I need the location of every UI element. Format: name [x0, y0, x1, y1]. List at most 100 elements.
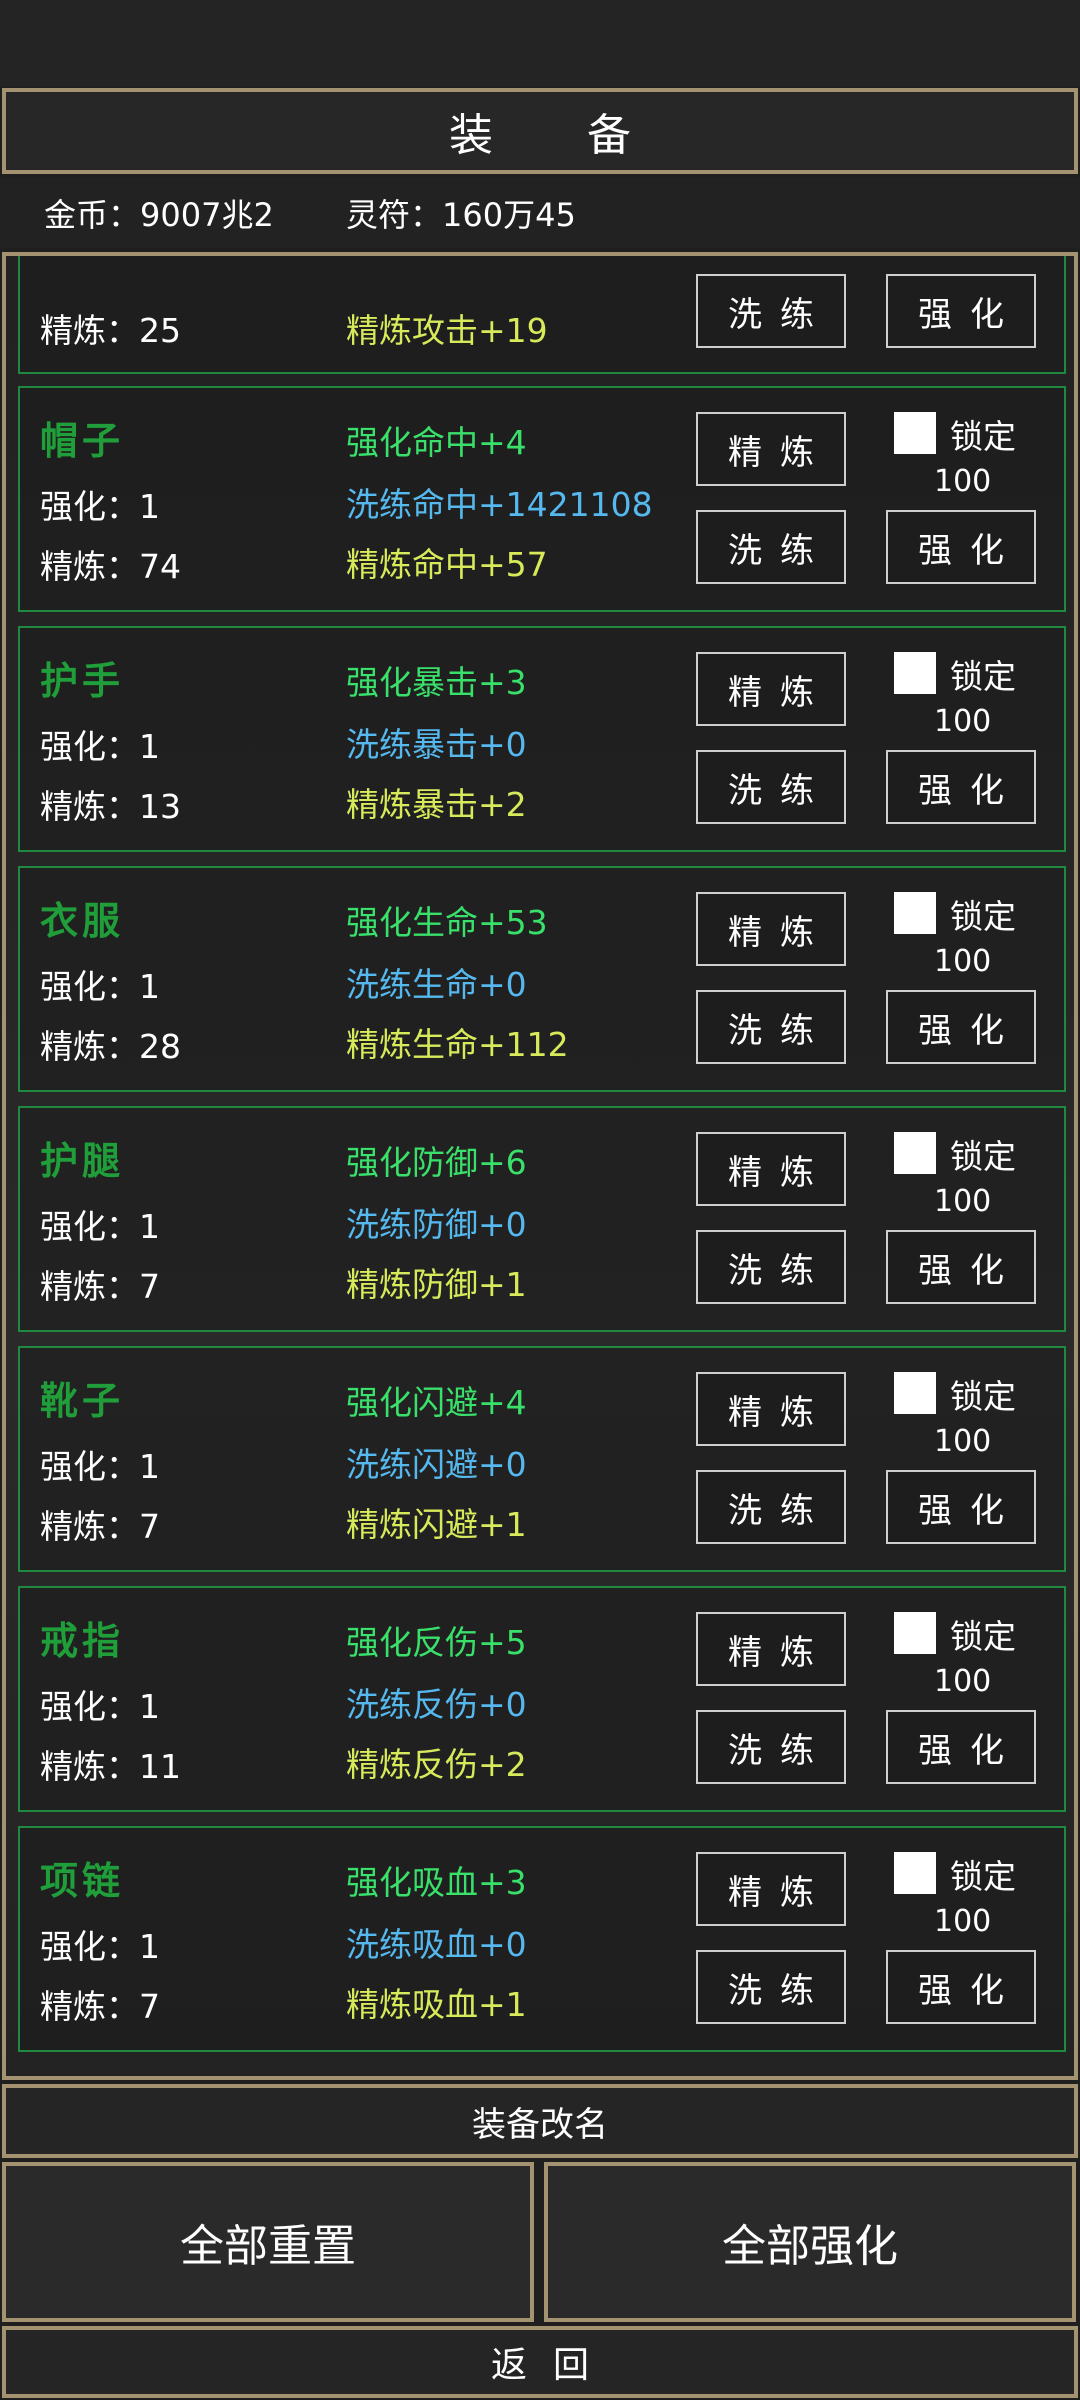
- lock-label: 锁定: [950, 1857, 1016, 1896]
- lock-cost: 100: [934, 464, 992, 499]
- equipment-list[interactable]: 精炼：25 精炼攻击+19 洗练 强化 帽子 强化：1 精炼：74 强化命中+4…: [2, 252, 1078, 2080]
- refine-level: 精炼：13: [40, 787, 181, 826]
- back-button[interactable]: 返回: [2, 2326, 1078, 2398]
- wash-button[interactable]: 洗练: [696, 990, 846, 1064]
- lock-checkbox[interactable]: [894, 1852, 936, 1894]
- lock-checkbox[interactable]: [894, 1612, 936, 1654]
- refine-stat: 精炼闪避+1: [346, 1505, 527, 1544]
- strengthen-level: 强化：1: [40, 487, 160, 526]
- strengthen-level: 强化：1: [40, 1687, 160, 1726]
- wash-stat: 洗练闪避+0: [346, 1445, 527, 1484]
- refine-button[interactable]: 精炼: [696, 1612, 846, 1686]
- wash-stat: 洗练反伤+0: [346, 1685, 527, 1724]
- strengthen-stat: 强化防御+6: [346, 1143, 527, 1182]
- reset-all-button[interactable]: 全部重置: [2, 2162, 534, 2322]
- lock-label: 锁定: [950, 417, 1016, 456]
- wash-button[interactable]: 洗练: [696, 1470, 846, 1544]
- lock-cost: 100: [934, 944, 992, 979]
- refine-stat: 精炼生命+112: [346, 1025, 569, 1064]
- lock-checkbox[interactable]: [894, 652, 936, 694]
- refine-level: 精炼：7: [40, 1987, 160, 2026]
- strengthen-stat: 强化闪避+4: [346, 1383, 527, 1422]
- lock-label: 锁定: [950, 1137, 1016, 1176]
- equipment-card-gloves: 护手 强化：1 精炼：13 强化暴击+3 洗练暴击+0 精炼暴击+2 精炼 洗练…: [18, 626, 1066, 852]
- strengthen-button[interactable]: 强化: [886, 1470, 1036, 1544]
- equipment-name: 戒指: [40, 1618, 125, 1663]
- lock-checkbox[interactable]: [894, 1132, 936, 1174]
- wash-button[interactable]: 洗练: [696, 750, 846, 824]
- strengthen-stat: 强化命中+4: [346, 423, 527, 462]
- strengthen-stat: 强化反伤+5: [346, 1623, 527, 1662]
- currency-row: 金币：9007兆2 灵符：160万45: [0, 178, 1080, 248]
- strengthen-level: 强化：1: [40, 727, 160, 766]
- refine-button[interactable]: 精炼: [696, 1852, 846, 1926]
- strengthen-stat: 强化暴击+3: [346, 663, 527, 702]
- equipment-card-ring: 戒指 强化：1 精炼：11 强化反伤+5 洗练反伤+0 精炼反伤+2 精炼 洗练…: [18, 1586, 1066, 1812]
- lock-label: 锁定: [950, 1377, 1016, 1416]
- lock-cost: 100: [934, 704, 992, 739]
- wash-button[interactable]: 洗练: [696, 1230, 846, 1304]
- wash-button[interactable]: 洗练: [696, 1950, 846, 2024]
- strengthen-button[interactable]: 强化: [886, 990, 1036, 1064]
- page-title-bar: 装 备: [2, 88, 1078, 174]
- equipment-card-necklace: 项链 强化：1 精炼：7 强化吸血+3 洗练吸血+0 精炼吸血+1 精炼 洗练 …: [18, 1826, 1066, 2052]
- lock-cost: 100: [934, 1184, 992, 1219]
- lock-cost: 100: [934, 1424, 992, 1459]
- rename-equipment-button[interactable]: 装备改名: [2, 2084, 1078, 2158]
- equipment-card-weapon-partial: 精炼：25 精炼攻击+19 洗练 强化: [18, 256, 1066, 374]
- refine-stat: 精炼命中+57: [346, 545, 548, 584]
- refine-level: 精炼：74: [40, 547, 181, 586]
- strengthen-button[interactable]: 强化: [886, 1230, 1036, 1304]
- wash-stat: 洗练生命+0: [346, 965, 527, 1004]
- lock-checkbox[interactable]: [894, 412, 936, 454]
- refine-button[interactable]: 精炼: [696, 652, 846, 726]
- strengthen-button[interactable]: 强化: [886, 1710, 1036, 1784]
- wash-button[interactable]: 洗练: [696, 510, 846, 584]
- gold-amount: 金币：9007兆2: [44, 196, 274, 234]
- talisman-amount: 灵符：160万45: [346, 196, 576, 234]
- refine-level: 精炼：25: [40, 311, 181, 350]
- refine-button[interactable]: 精炼: [696, 412, 846, 486]
- refine-stat: 精炼防御+1: [346, 1265, 527, 1304]
- equipment-card-boots: 靴子 强化：1 精炼：7 强化闪避+4 洗练闪避+0 精炼闪避+1 精炼 洗练 …: [18, 1346, 1066, 1572]
- strengthen-level: 强化：1: [40, 1447, 160, 1486]
- lock-label: 锁定: [950, 657, 1016, 696]
- refine-stat: 精炼攻击+19: [346, 311, 548, 350]
- refine-level: 精炼：7: [40, 1267, 160, 1306]
- strengthen-button[interactable]: 强化: [886, 274, 1036, 348]
- refine-stat: 精炼反伤+2: [346, 1745, 527, 1784]
- lock-checkbox[interactable]: [894, 1372, 936, 1414]
- refine-level: 精炼：11: [40, 1747, 181, 1786]
- strengthen-all-button[interactable]: 全部强化: [544, 2162, 1076, 2322]
- lock-label: 锁定: [950, 1617, 1016, 1656]
- strengthen-level: 强化：1: [40, 1207, 160, 1246]
- equipment-card-hat: 帽子 强化：1 精炼：74 强化命中+4 洗练命中+1421108 精炼命中+5…: [18, 386, 1066, 612]
- equipment-card-clothes: 衣服 强化：1 精炼：28 强化生命+53 洗练生命+0 精炼生命+112 精炼…: [18, 866, 1066, 1092]
- lock-checkbox[interactable]: [894, 892, 936, 934]
- wash-button[interactable]: 洗练: [696, 1710, 846, 1784]
- page-title: 装 备: [449, 110, 671, 161]
- strengthen-button[interactable]: 强化: [886, 510, 1036, 584]
- refine-button[interactable]: 精炼: [696, 892, 846, 966]
- equipment-name: 护腿: [40, 1138, 125, 1183]
- wash-stat: 洗练暴击+0: [346, 725, 527, 764]
- refine-button[interactable]: 精炼: [696, 1372, 846, 1446]
- lock-label: 锁定: [950, 897, 1016, 936]
- strengthen-stat: 强化吸血+3: [346, 1863, 527, 1902]
- wash-button[interactable]: 洗练: [696, 274, 846, 348]
- equipment-name: 项链: [40, 1858, 125, 1903]
- refine-stat: 精炼暴击+2: [346, 785, 527, 824]
- refine-level: 精炼：28: [40, 1027, 181, 1066]
- equipment-name: 靴子: [40, 1378, 125, 1423]
- strengthen-button[interactable]: 强化: [886, 1950, 1036, 2024]
- lock-cost: 100: [934, 1664, 992, 1699]
- strengthen-level: 强化：1: [40, 1927, 160, 1966]
- wash-stat: 洗练吸血+0: [346, 1925, 527, 1964]
- equipment-name: 护手: [40, 658, 125, 703]
- strengthen-stat: 强化生命+53: [346, 903, 548, 942]
- strengthen-button[interactable]: 强化: [886, 750, 1036, 824]
- refine-button[interactable]: 精炼: [696, 1132, 846, 1206]
- refine-stat: 精炼吸血+1: [346, 1985, 527, 2024]
- wash-stat: 洗练防御+0: [346, 1205, 527, 1244]
- wash-stat: 洗练命中+1421108: [346, 485, 653, 524]
